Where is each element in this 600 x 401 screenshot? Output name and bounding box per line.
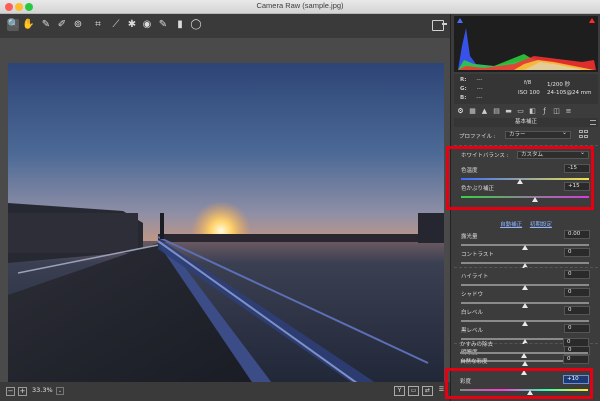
zoom-tool-icon[interactable]: 🔍 — [7, 19, 19, 31]
tab-calibration-icon[interactable]: ◫ — [552, 107, 561, 116]
status-bar: − + 33.3% ⌄ Y ▭ ⇄ ☰ — [0, 382, 450, 401]
whites-value[interactable]: 0 — [564, 306, 590, 315]
tab-basic-icon[interactable]: ⚙ — [456, 107, 465, 116]
highlight-box-white-balance — [446, 146, 594, 210]
highlight-clipping-icon[interactable] — [589, 18, 595, 23]
tab-lens-icon[interactable]: ▭ — [516, 107, 525, 116]
graduated-filter-icon[interactable]: ▮ — [174, 19, 186, 31]
window-title: Camera Raw (sample.jpg) — [256, 1, 344, 10]
exposure-label: 露光量 — [461, 234, 478, 240]
histogram — [454, 16, 598, 72]
exposure-value[interactable]: 0.00 — [564, 230, 590, 239]
targeted-adjustment-tool-icon[interactable]: ⊚ — [72, 19, 84, 31]
highlights-label: ハイライト — [461, 274, 489, 280]
adjustment-panel: R: --- G: --- B: --- f/8 1/200 秒 ISO 100 24… — [446, 14, 600, 401]
auto-link[interactable]: 自動補正 — [500, 222, 522, 228]
section-title-text: 基本補正 — [514, 119, 537, 125]
tab-hsl-icon[interactable]: ▤ — [492, 107, 501, 116]
spot-removal-tool-icon[interactable]: ✱ — [126, 19, 138, 31]
panel-tabs: ⚙ ▦ ▲ ▤ ▬ ▭ ◧ ƒ ◫ ≡ — [454, 106, 598, 117]
radial-filter-icon[interactable]: ◯ — [190, 19, 202, 31]
tab-split-toning-icon[interactable]: ▬ — [504, 107, 513, 116]
zoom-out-button[interactable]: − — [6, 387, 15, 396]
tab-detail-icon[interactable]: ▲ — [480, 107, 489, 116]
whites-thumb[interactable] — [522, 321, 528, 326]
b-label: B: — [460, 95, 467, 101]
zoom-dropdown[interactable]: ⌄ — [56, 387, 64, 395]
tab-presets-icon[interactable]: ≡ — [564, 107, 573, 116]
clarity-value[interactable]: 0 — [564, 346, 590, 355]
histogram-graph — [458, 28, 596, 70]
toggle-view-button[interactable]: ▭ — [408, 386, 419, 396]
blacks-value[interactable]: 0 — [564, 324, 590, 333]
shutter-speed: 1/200 秒 — [547, 82, 571, 88]
before-after-button[interactable]: Y — [394, 386, 405, 396]
aperture: f/8 — [524, 80, 532, 86]
g-value: --- — [476, 86, 483, 92]
shadow-clipping-icon[interactable] — [457, 18, 463, 23]
preview-settings-icon[interactable]: ☰ — [436, 386, 447, 396]
contrast-label: コントラスト — [461, 252, 494, 258]
hand-tool-icon[interactable]: ✋ — [22, 19, 34, 31]
lens: 24-105@24 mm — [547, 90, 592, 96]
red-eye-tool-icon[interactable]: ◉ — [141, 19, 153, 31]
default-link[interactable]: 初期設定 — [530, 222, 552, 228]
shadows-value[interactable]: 0 — [564, 288, 590, 297]
image-info: R: --- G: --- B: --- f/8 1/200 秒 ISO 100 24… — [454, 74, 598, 104]
adjustment-brush-icon[interactable]: ✎ — [157, 19, 169, 31]
divider — [454, 267, 598, 268]
whites-label: 白レベル — [461, 310, 484, 316]
contrast-value[interactable]: 0 — [564, 248, 590, 257]
toolbar: 🔍 ✋ ✎ ✐ ⊚ ⌗ ⟋ ✱ ◉ ✎ ▮ ◯ — [0, 14, 450, 38]
image-canvas[interactable] — [0, 38, 450, 391]
zoom-in-button[interactable]: + — [18, 387, 27, 396]
title-bar: Camera Raw (sample.jpg) — [0, 0, 600, 14]
divider — [454, 343, 598, 344]
sunset-harbor-photo — [8, 63, 444, 391]
tab-tone-curve-icon[interactable]: ▦ — [468, 107, 477, 116]
g-label: G: — [460, 86, 467, 92]
open-preferences-icon[interactable] — [432, 20, 447, 31]
clarity-label: 明瞭度 — [461, 350, 478, 356]
auto-default-links: 自動補正 初期設定 — [454, 220, 598, 228]
clarity-thumb[interactable] — [522, 361, 528, 366]
iso: ISO 100 — [518, 90, 540, 96]
highlights-value[interactable]: 0 — [564, 270, 590, 279]
white-balance-tool-icon[interactable]: ✎ — [40, 19, 52, 31]
profile-browser-icon[interactable] — [579, 130, 589, 139]
tab-effects-icon[interactable]: ƒ — [540, 107, 549, 116]
zoom-level: 33.3% — [32, 386, 53, 394]
highlights-thumb[interactable] — [522, 285, 528, 290]
crop-tool-icon[interactable]: ⌗ — [92, 19, 104, 31]
shadows-label: シャドウ — [461, 292, 484, 298]
b-value: --- — [476, 95, 483, 101]
r-label: R: — [460, 77, 467, 83]
blacks-label: 黒レベル — [461, 328, 484, 334]
swap-settings-button[interactable]: ⇄ — [422, 386, 433, 396]
profile-row: プロファイル : カラー — [457, 130, 597, 140]
section-title: 基本補正 — [454, 118, 598, 127]
shadows-thumb[interactable] — [522, 303, 528, 308]
profile-select[interactable]: カラー — [505, 130, 571, 139]
r-value: --- — [476, 77, 483, 83]
profile-label: プロファイル : — [459, 134, 496, 140]
color-sampler-tool-icon[interactable]: ✐ — [56, 19, 68, 31]
exposure-thumb[interactable] — [522, 245, 528, 250]
tab-transform-icon[interactable]: ◧ — [528, 107, 537, 116]
section-menu-icon[interactable] — [590, 120, 596, 125]
straighten-tool-icon[interactable]: ⟋ — [110, 19, 122, 31]
